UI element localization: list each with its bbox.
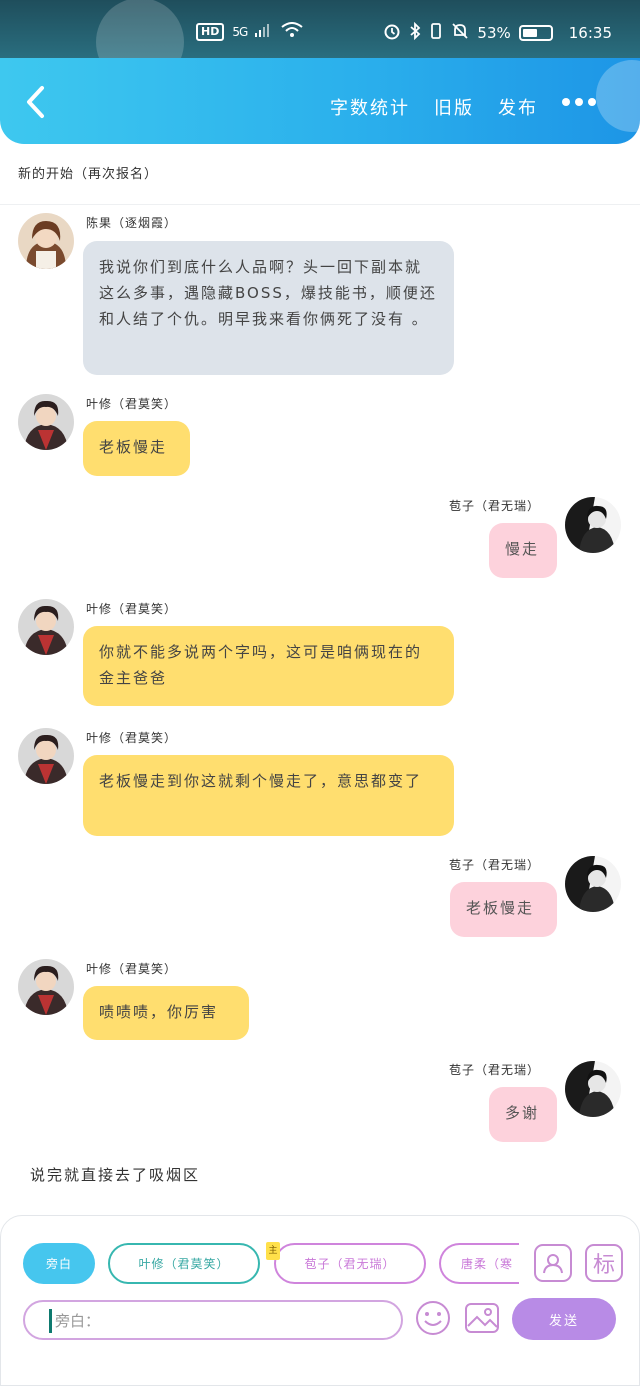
avatar-yexiu[interactable] [18,394,74,450]
battery-icon [518,25,553,41]
sender-name: 苞子（君无瑞） [449,1063,541,1077]
role-chip-narration[interactable]: 旁白 [23,1243,95,1284]
alarm-icon [383,22,401,44]
text-caret [49,1309,52,1333]
divider [0,204,640,205]
battery-percent: 53% [477,24,511,42]
message-bubble[interactable]: 慢走 [489,523,557,578]
sender-name: 叶修（君莫笑） [86,962,178,976]
avatar-yexiu[interactable] [18,728,74,784]
vibrate-icon [429,22,443,44]
battery-level [522,29,537,37]
avatar-baojiao[interactable] [565,497,621,553]
sender-name: 叶修（君莫笑） [86,602,178,616]
hd-badge: HD [196,23,225,41]
image-icon [465,1303,499,1333]
sender-name: 苞子（君无瑞） [449,499,541,513]
avatar-yexiu[interactable] [18,599,74,655]
sender-name: 陈果（逐烟霞） [86,216,178,230]
role-chip-yexiu[interactable]: 叶修（君莫笑） [108,1243,260,1284]
message-input[interactable]: 旁白： [23,1300,403,1340]
word-count-button[interactable]: 字数统计 [330,94,410,120]
more-dot [588,98,596,106]
more-dots-icon [562,98,570,106]
composer-panel: 旁白 叶修（君莫笑） 苞子（君无瑞） 主 唐柔（寒 标 旁白： 发送 [0,1215,640,1386]
network-label: 5G [232,25,248,39]
sender-name: 叶修（君莫笑） [86,397,178,411]
clock: 16:35 [568,24,612,42]
signal-icon [255,23,273,41]
message-bubble[interactable]: 老板慢走 [450,882,557,937]
chat-title: 新的开始（再次报名） [18,167,159,182]
status-bar: HD 5G 53% 16:35 [0,0,640,86]
back-button[interactable] [22,84,52,120]
emoji-button[interactable] [415,1300,451,1336]
mute-bell-icon [451,22,469,44]
send-button[interactable]: 发送 [512,1298,616,1340]
avatar-baojiao[interactable] [565,856,621,912]
avatar-baojiao[interactable] [565,1061,621,1117]
bluetooth-icon [409,21,421,44]
message-bubble[interactable]: 我说你们到底什么人品啊？头一回下副本就这么多事，遇隐藏BOSS，爆技能书，顺便还… [83,241,454,375]
publish-button[interactable]: 发布 [498,94,538,120]
avatar-chenguo[interactable] [18,213,74,269]
smiley-icon [416,1301,450,1335]
old-version-button[interactable]: 旧版 [434,94,474,120]
main-role-tag: 主 [266,1242,280,1260]
message-bubble[interactable]: 啧啧啧，你厉害 [83,986,249,1040]
status-right: 53% 16:35 [383,21,612,44]
app-header: 字数统计 旧版 发布 [0,58,640,144]
sender-name: 叶修（君莫笑） [86,731,178,745]
narration-text: 说完就直接去了吸烟区 [30,1166,201,1184]
more-dot [575,98,583,106]
role-chip-baojiao[interactable]: 苞子（君无瑞） [274,1243,426,1284]
input-placeholder: 旁白： [55,1311,101,1330]
decorative-bubble [596,60,640,132]
message-bubble[interactable]: 你就不能多说两个字吗，这可是咱俩现在的金主爸爸 [83,626,454,706]
role-chip-tang[interactable]: 唐柔（寒 [439,1243,519,1284]
wifi-icon [281,22,303,42]
tag-button[interactable]: 标 [585,1244,623,1282]
character-card-button[interactable] [534,1244,572,1282]
image-button[interactable] [464,1300,500,1336]
more-button[interactable] [562,96,598,108]
sender-name: 苞子（君无瑞） [449,858,541,872]
status-left: HD 5G [196,22,303,42]
message-bubble[interactable]: 老板慢走到你这就剩个慢走了，意思都变了 [83,755,454,836]
tag-icon: 标 [592,1253,615,1278]
message-bubble[interactable]: 老板慢走 [83,421,190,476]
header-actions: 字数统计 旧版 发布 [330,94,538,120]
avatar-yexiu[interactable] [18,959,74,1015]
character-card-icon [543,1254,563,1274]
message-bubble[interactable]: 多谢 [489,1087,557,1142]
chevron-left-icon [27,86,44,118]
